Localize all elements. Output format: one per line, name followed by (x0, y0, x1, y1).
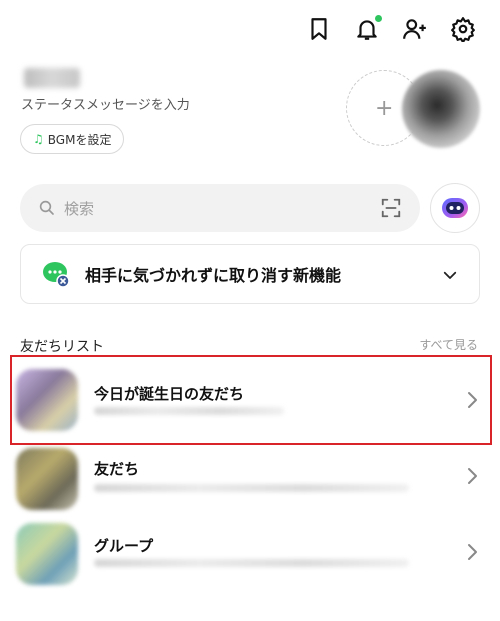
settings-button[interactable] (448, 14, 478, 44)
bgm-label: BGMを設定 (47, 132, 112, 147)
chat-bubble-icon (41, 259, 71, 289)
add-friend-icon (403, 19, 426, 39)
avatar (16, 523, 78, 585)
list-item-subtext-blurred (94, 484, 409, 492)
music-note-icon: ♫ (33, 132, 44, 146)
chevron-right-icon (468, 544, 477, 560)
list-item-friends[interactable]: 友だち (0, 440, 500, 514)
list-item-label: 友だち (94, 460, 140, 478)
avatar[interactable] (402, 70, 480, 148)
top-toolbar (304, 14, 478, 44)
list-item-groups[interactable]: グループ (0, 515, 500, 589)
highlight-annotation-box (10, 355, 492, 445)
add-friend-button[interactable] (400, 14, 430, 44)
search-input[interactable]: 検索 (20, 184, 420, 232)
feature-notice-card[interactable]: 相手に気づかれずに取り消す新機能 (20, 244, 480, 304)
notice-text: 相手に気づかれずに取り消す新機能 (85, 266, 342, 285)
chevron-down-icon[interactable] (441, 266, 459, 284)
status-message[interactable]: ステータスメッセージを入力 (21, 94, 190, 113)
ai-assistant-button[interactable] (430, 183, 480, 233)
bgm-button[interactable]: ♫ BGMを設定 (20, 124, 125, 154)
notification-button[interactable] (352, 14, 382, 44)
chevron-right-icon (468, 468, 477, 484)
plus-icon: + (375, 95, 394, 121)
list-item-subtext-blurred (94, 559, 409, 567)
search-icon (39, 200, 54, 215)
friends-list-title: 友だちリスト (20, 339, 104, 355)
profile-name-blurred (24, 68, 80, 88)
notification-dot (375, 15, 382, 22)
gear-icon (451, 17, 475, 42)
avatar (16, 448, 78, 510)
see-all-link[interactable]: すべて見る (419, 336, 478, 353)
bookmark-button[interactable] (304, 14, 334, 44)
ai-bot-icon (442, 198, 468, 218)
list-item-label: グループ (94, 537, 154, 555)
bookmark-icon (311, 18, 327, 40)
search-placeholder: 検索 (64, 199, 95, 218)
qr-scan-icon[interactable] (380, 197, 402, 219)
